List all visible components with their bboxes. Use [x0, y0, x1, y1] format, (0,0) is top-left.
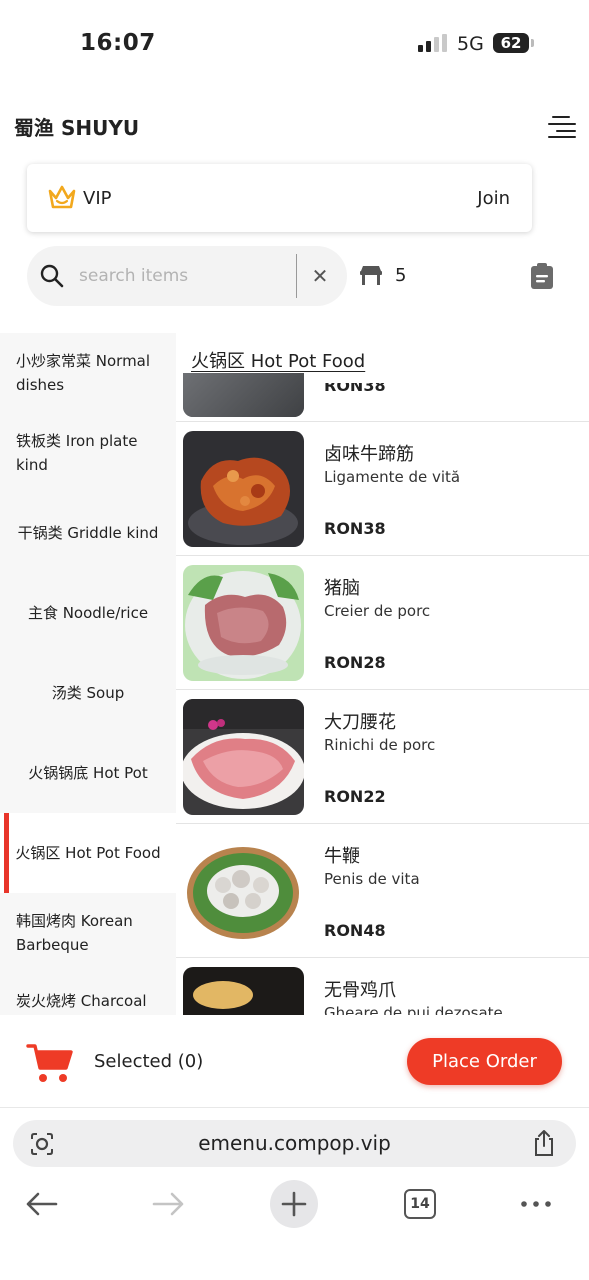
active-indicator [4, 813, 9, 893]
dish-image [183, 967, 304, 1015]
dish-image [183, 833, 304, 949]
dish-subtitle: Penis de vita [324, 870, 420, 888]
search-divider [296, 254, 297, 298]
dish-name: 卤味牛蹄筋 [324, 444, 414, 465]
category-korean-bbq[interactable]: 韩国烤肉 Korean Barbeque [0, 893, 176, 973]
battery-cap [531, 39, 534, 47]
place-order-button[interactable]: Place Order [407, 1038, 562, 1085]
dish-name: 猪脑 [324, 578, 360, 599]
crown-icon [48, 185, 76, 209]
url-text: emenu.compop.vip [198, 1131, 391, 1155]
status-bar: 16:07 5G 62 [0, 0, 589, 88]
order-bar: Selected (0) Place Order [0, 1015, 589, 1108]
more-dots-icon[interactable] [512, 1180, 560, 1228]
dish-card[interactable]: 卤味牛蹄筋 Ligamente de vită RON38 [176, 421, 589, 555]
section-title: 火锅区 Hot Pot Food [191, 347, 376, 373]
dish-image [183, 565, 304, 681]
clear-search-icon[interactable]: ✕ [307, 263, 333, 289]
vip-card[interactable]: VIP Join [27, 164, 532, 232]
category-label: 韩国烤肉 Korean Barbeque [16, 912, 133, 954]
dish-name: 大刀腰花 [324, 712, 396, 733]
category-griddle[interactable]: 干锅类 Griddle kind [0, 493, 176, 573]
table-icon [360, 266, 382, 285]
category-charcoal[interactable]: 炭火烧烤 Charcoal [0, 973, 176, 1015]
search-input[interactable] [79, 260, 289, 292]
dish-name: 牛鞭 [324, 846, 360, 867]
dish-name: 无骨鸡爪 [324, 980, 396, 1001]
hamburger-menu-icon[interactable] [548, 114, 576, 138]
dish-price: RON38 [324, 383, 386, 395]
category-label: 主食 Noodle/rice [27, 604, 149, 622]
dish-price: RON28 [324, 653, 386, 672]
new-tab-plus-icon[interactable] [270, 1180, 318, 1228]
dish-subtitle: Ligamente de vită [324, 468, 461, 486]
dish-price: RON48 [324, 921, 386, 940]
category-noodle-rice[interactable]: 主食 Noodle/rice [0, 573, 176, 653]
category-sidebar: 小炒家常菜 Normal dishes 铁板类 Iron plate kind … [0, 333, 176, 1015]
category-label: 炭火烧烤 Charcoal [16, 992, 147, 1010]
dish-card[interactable]: 牛鞭 Penis de vita RON48 [176, 823, 589, 957]
category-hot-pot[interactable]: 火锅锅底 Hot Pot [0, 733, 176, 813]
selected-count: Selected (0) [94, 1051, 204, 1072]
tab-count: 14 [404, 1189, 436, 1219]
cart-icon[interactable] [26, 1042, 74, 1084]
category-label: 火锅区 Hot Pot Food [15, 844, 161, 862]
search-box: ✕ [27, 246, 347, 306]
dish-subtitle: Rinichi de porc [324, 736, 436, 754]
forward-arrow-icon [152, 1192, 184, 1216]
search-icon [40, 264, 64, 288]
category-normal-dishes[interactable]: 小炒家常菜 Normal dishes [0, 333, 176, 413]
back-arrow-icon[interactable] [18, 1180, 66, 1228]
menu-list: RON38 火锅区 Hot Pot Food 卤味牛蹄筋 Ligamente d… [176, 333, 589, 1015]
category-label: 火锅锅底 Hot Pot [28, 764, 148, 782]
category-hot-pot-food[interactable]: 火锅区 Hot Pot Food [0, 813, 176, 893]
tabs-button[interactable]: 14 [396, 1180, 444, 1228]
category-iron-plate[interactable]: 铁板类 Iron plate kind [0, 413, 176, 493]
dish-image[interactable] [183, 373, 304, 417]
order-list-icon[interactable] [530, 262, 554, 290]
vip-join-link[interactable]: Join [477, 188, 510, 209]
dish-card[interactable]: 无骨鸡爪 Gheare de pui dezosate [176, 957, 589, 1015]
dish-subtitle: Creier de porc [324, 602, 431, 620]
battery-icon: 62 [493, 33, 529, 53]
status-time: 16:07 [80, 30, 156, 56]
category-label: 汤类 Soup [51, 684, 125, 702]
dish-image [183, 699, 304, 815]
page-title: 蜀渔 SHUYU [14, 116, 140, 140]
dish-price: RON38 [324, 519, 386, 538]
dish-card[interactable]: 猪脑 Creier de porc RON28 [176, 555, 589, 689]
dish-subtitle: Gheare de pui dezosate [324, 1004, 503, 1015]
category-label: 干锅类 Griddle kind [17, 524, 159, 542]
share-icon[interactable] [531, 1129, 557, 1157]
category-label: 铁板类 Iron plate kind [16, 432, 138, 474]
url-bar[interactable]: emenu.compop.vip [13, 1120, 576, 1167]
signal-icon [418, 34, 448, 52]
category-label: 小炒家常菜 Normal dishes [16, 352, 151, 394]
category-soup[interactable]: 汤类 Soup [0, 653, 176, 733]
dish-price: RON22 [324, 787, 386, 806]
dish-image [183, 431, 304, 547]
dish-card[interactable]: 大刀腰花 Rinichi de porc RON22 [176, 689, 589, 823]
network-type: 5G [457, 33, 484, 55]
vip-label: VIP [83, 188, 112, 209]
table-number: 5 [395, 265, 407, 286]
